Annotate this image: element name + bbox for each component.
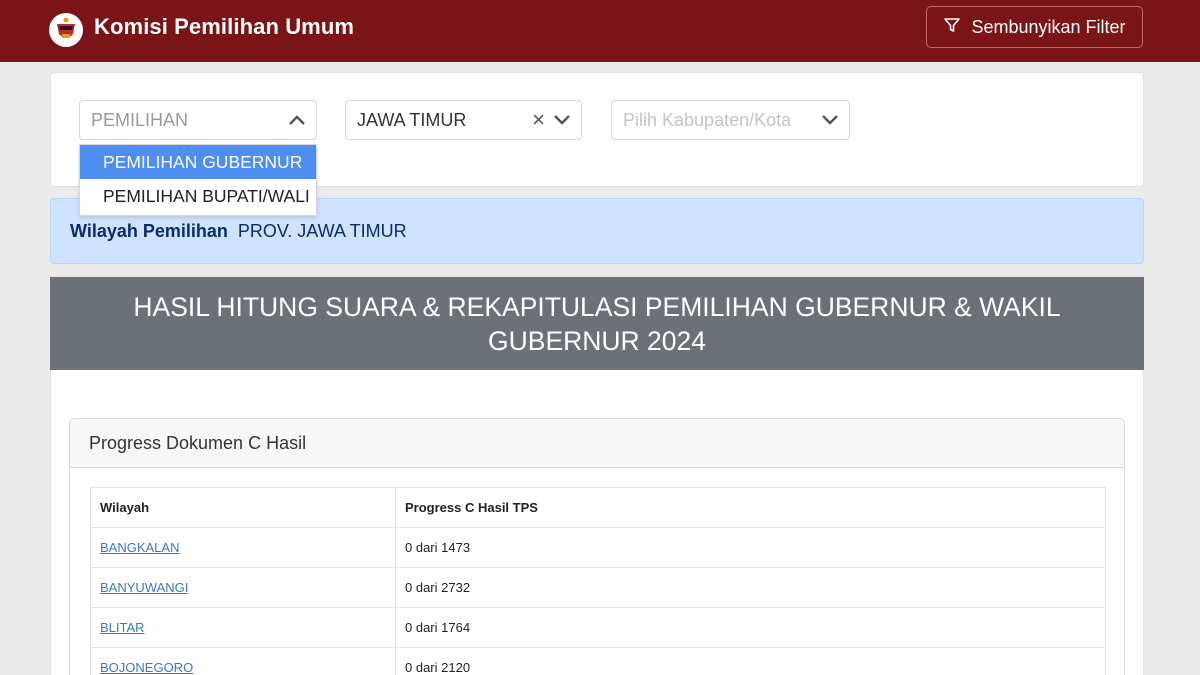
table-row: BOJONEGORO 0 dari 2120 xyxy=(90,647,1106,675)
brand-title[interactable]: Komisi Pemilihan Umum xyxy=(94,14,354,40)
wilayah-cell: BOJONEGORO xyxy=(90,647,396,675)
table-row: BANYUWANGI 0 dari 2732 xyxy=(90,567,1106,608)
kpu-logo-icon[interactable] xyxy=(48,12,84,48)
provinsi-value: JAWA TIMUR xyxy=(357,109,467,130)
progress-table: Wilayah Progress C Hasil TPS BANGKALAN 0… xyxy=(90,487,1106,675)
progress-cell: 0 dari 1473 xyxy=(395,527,1106,568)
progress-card-header: Progress Dokumen C Hasil xyxy=(70,419,1124,468)
chevron-down-icon[interactable] xyxy=(551,109,573,131)
wilayah-value: PROV. JAWA TIMUR xyxy=(237,220,407,241)
wilayah-cell: BLITAR xyxy=(90,607,396,648)
page-title-text: HASIL HITUNG SUARA & REKAPITULASI PEMILI… xyxy=(133,291,1061,356)
wilayah-link[interactable]: BANYUWANGI xyxy=(100,580,188,595)
wilayah-link[interactable]: BOJONEGORO xyxy=(100,660,193,675)
table-row: BANGKALAN 0 dari 1473 xyxy=(90,527,1106,568)
table-row: BLITAR 0 dari 1764 xyxy=(90,607,1106,648)
chevron-down-icon[interactable] xyxy=(819,109,841,131)
pemilihan-select[interactable]: PEMILIHAN xyxy=(79,100,317,140)
progress-card: Progress Dokumen C Hasil Wilayah Progres… xyxy=(69,418,1125,675)
hide-filter-label: Sembunyikan Filter xyxy=(971,16,1126,37)
progress-cell: 0 dari 1764 xyxy=(395,607,1106,648)
pemilihan-placeholder: PEMILIHAN xyxy=(91,109,189,130)
wilayah-link[interactable]: BANGKALAN xyxy=(100,540,179,555)
dropdown-option-bupati[interactable]: PEMILIHAN BUPATI/WALI xyxy=(80,179,316,213)
provinsi-select[interactable]: JAWA TIMUR × xyxy=(345,100,582,140)
progress-cell: 0 dari 2120 xyxy=(395,647,1106,675)
column-header-progress: Progress C Hasil TPS xyxy=(395,487,1106,528)
column-header-wilayah: Wilayah xyxy=(90,487,396,528)
wilayah-link[interactable]: BLITAR xyxy=(100,620,145,635)
hide-filter-button[interactable]: Sembunyikan Filter xyxy=(926,6,1143,48)
filter-icon xyxy=(943,16,961,39)
wilayah-cell: BANGKALAN xyxy=(90,527,396,568)
kabupaten-select[interactable]: Pilih Kabupaten/Kota xyxy=(611,100,850,140)
progress-cell: 0 dari 2732 xyxy=(395,567,1106,608)
top-navbar: Komisi Pemilihan Umum Sembunyikan Filter xyxy=(0,0,1200,62)
pemilihan-dropdown-menu: PEMILIHAN GUBERNUR PEMILIHAN BUPATI/WALI xyxy=(79,144,317,216)
wilayah-cell: BANYUWANGI xyxy=(90,567,396,608)
page-title: HASIL HITUNG SUARA & REKAPITULASI PEMILI… xyxy=(50,277,1144,370)
kabupaten-placeholder: Pilih Kabupaten/Kota xyxy=(623,109,792,130)
table-header-row: Wilayah Progress C Hasil TPS xyxy=(90,487,1106,528)
chevron-up-icon[interactable] xyxy=(286,109,308,131)
wilayah-label: Wilayah Pemilihan xyxy=(70,220,228,241)
clear-icon[interactable]: × xyxy=(532,109,545,131)
dropdown-option-gubernur[interactable]: PEMILIHAN GUBERNUR xyxy=(80,145,316,179)
